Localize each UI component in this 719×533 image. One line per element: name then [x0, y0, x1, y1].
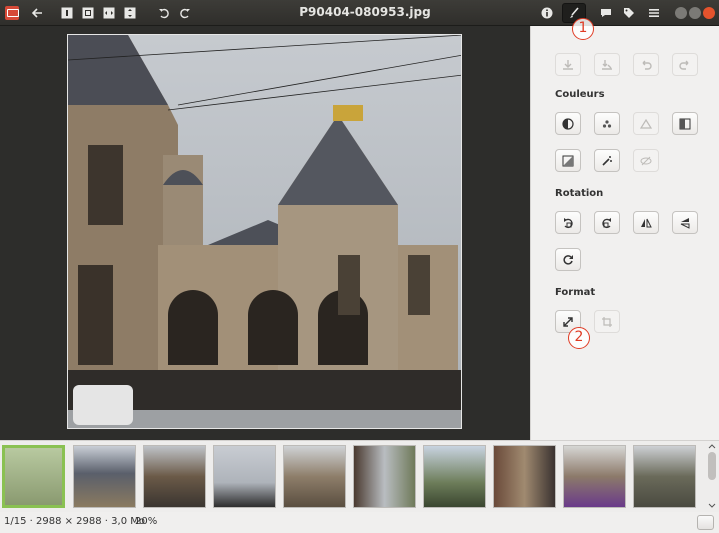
- zoom-fit-icon: [82, 7, 94, 19]
- thumbnail-8[interactable]: [493, 445, 556, 508]
- thumbnail-strip[interactable]: [0, 440, 719, 512]
- image-viewer[interactable]: [0, 26, 530, 440]
- thumbnail-2[interactable]: [73, 445, 136, 508]
- annotation-badge-2: 2: [568, 327, 590, 349]
- thumbnail-7[interactable]: [423, 445, 486, 508]
- save-button[interactable]: [555, 53, 581, 76]
- edit-sidebar: Couleurs Rotation Format: [530, 26, 719, 440]
- rotate-right-tool-button[interactable]: [594, 211, 620, 234]
- rotate-left-icon: [159, 8, 169, 19]
- info-icon: [541, 7, 553, 19]
- rotate-left-button[interactable]: [155, 3, 173, 23]
- flip-horizontal-button[interactable]: [633, 211, 659, 234]
- rotation-section-title: Rotation: [555, 188, 604, 199]
- red-eye-button[interactable]: [594, 112, 620, 135]
- comment-icon: [601, 9, 611, 17]
- eye-slash-icon: [640, 156, 652, 165]
- tag-icon: [624, 8, 634, 18]
- minimize-button[interactable]: [675, 7, 687, 19]
- zoom-width-icon: [103, 7, 115, 19]
- redo-button[interactable]: [672, 53, 698, 76]
- redo-icon: [679, 60, 689, 70]
- close-button[interactable]: [703, 7, 715, 19]
- brush-icon: [570, 7, 579, 18]
- triangle-icon: [640, 118, 652, 129]
- toggle-thumbnails-button[interactable]: [697, 515, 714, 530]
- rotate-left-tool-button[interactable]: [555, 211, 581, 234]
- thumbnail-3[interactable]: [143, 445, 206, 508]
- thumbnail-1[interactable]: [2, 445, 65, 508]
- thumbnail-5[interactable]: [283, 445, 346, 508]
- rotate-free-button[interactable]: [555, 248, 581, 271]
- rotate-right-icon: [180, 8, 190, 19]
- maximize-button[interactable]: [689, 7, 701, 19]
- rotate-left-tool-icon: [564, 217, 573, 228]
- sharpen-button[interactable]: [633, 112, 659, 135]
- flip-vertical-icon: [680, 217, 690, 229]
- auto-contrast-button[interactable]: [555, 112, 581, 135]
- zoom-1-icon: [61, 7, 73, 19]
- undo-icon: [642, 60, 652, 70]
- zoom-fit-button[interactable]: [79, 3, 97, 23]
- red-eye-icon: [602, 119, 612, 128]
- download-icon: [563, 59, 573, 70]
- grayscale-icon: [679, 118, 691, 129]
- thumbnail-9[interactable]: [563, 445, 626, 508]
- adjust-colors-button[interactable]: [555, 149, 581, 172]
- desaturate-button[interactable]: [633, 149, 659, 172]
- main-photo[interactable]: [67, 34, 462, 429]
- thumbnail-6[interactable]: [353, 445, 416, 508]
- annotation-badge-1: 1: [572, 18, 594, 40]
- menu-button[interactable]: [644, 3, 664, 23]
- flip-horizontal-icon: [641, 218, 652, 227]
- tag-button[interactable]: [619, 3, 639, 23]
- save-as-button[interactable]: [594, 53, 620, 76]
- crop-button[interactable]: [594, 310, 620, 333]
- back-arrow-icon: [31, 8, 42, 18]
- zoom-height-icon: [124, 7, 136, 19]
- header-bar: P90404-080953.jpg: [0, 0, 719, 26]
- zoom-level-text: 20%: [135, 516, 158, 527]
- zoom-width-button[interactable]: [100, 3, 118, 23]
- window-title: P90404-080953.jpg: [299, 5, 431, 19]
- menu-icon: [649, 9, 659, 17]
- info-button[interactable]: [537, 3, 557, 23]
- resize-icon: [563, 316, 573, 327]
- contrast-icon: [562, 117, 574, 130]
- comment-button[interactable]: [596, 3, 616, 23]
- colors-section-title: Couleurs: [555, 89, 605, 100]
- thumbnail-10[interactable]: [633, 445, 696, 508]
- flip-vertical-button[interactable]: [672, 211, 698, 234]
- building-photo-image: [68, 35, 461, 428]
- thumbnail-scrollbar[interactable]: [707, 443, 717, 509]
- status-bar: 1/15 · 2988 × 2988 · 3,0 Mo 20%: [0, 512, 719, 533]
- save-as-icon: [602, 59, 612, 70]
- zoom-1-button[interactable]: [58, 3, 76, 23]
- app-logo-icon: [5, 6, 19, 20]
- grayscale-button[interactable]: [672, 112, 698, 135]
- undo-button[interactable]: [633, 53, 659, 76]
- scrollbar-icon: [708, 444, 716, 508]
- thumbnail-4[interactable]: [213, 445, 276, 508]
- image-info-text: 1/15 · 2988 × 2988 · 3,0 Mo: [4, 516, 145, 527]
- back-button[interactable]: [27, 3, 47, 23]
- crop-icon: [602, 316, 612, 327]
- zoom-height-button[interactable]: [121, 3, 139, 23]
- rotate-icon: [563, 254, 573, 265]
- magic-wand-button[interactable]: [594, 149, 620, 172]
- adjust-icon: [562, 155, 574, 166]
- rotate-right-button[interactable]: [176, 3, 194, 23]
- format-section-title: Format: [555, 287, 596, 298]
- rotate-right-tool-icon: [602, 217, 611, 228]
- magic-wand-icon: [602, 155, 612, 166]
